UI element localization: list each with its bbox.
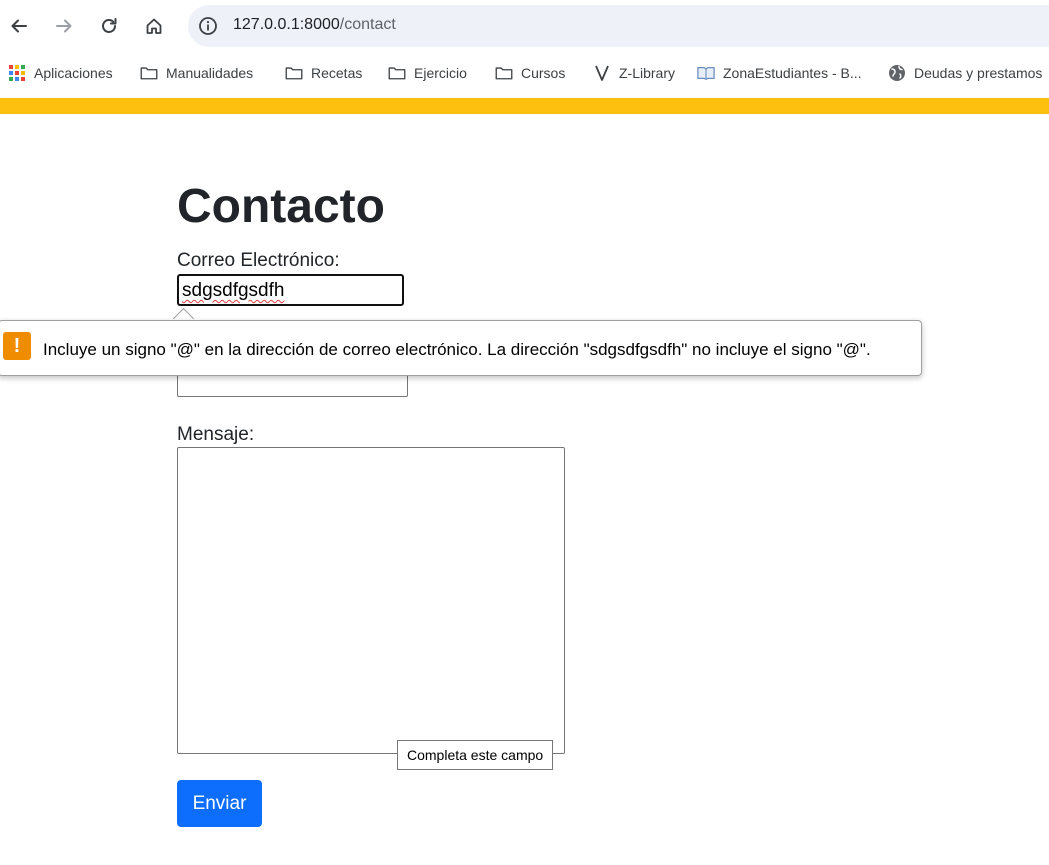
- page-title: Contacto: [177, 180, 385, 233]
- folder-icon: [140, 67, 158, 80]
- url-host: 127.0.0.1:8000: [233, 16, 340, 33]
- email-label: Correo Electrónico:: [177, 250, 340, 271]
- reload-icon: [102, 18, 117, 33]
- bookmark-deudas[interactable]: Deudas y prestamos: [888, 62, 1042, 84]
- email-field[interactable]: sdgsdfgsdfh: [177, 274, 404, 306]
- bookmark-manualidades[interactable]: Manualidades: [140, 62, 253, 84]
- home-button[interactable]: [138, 10, 170, 42]
- bookmark-label: Aplicaciones: [34, 65, 113, 81]
- message-textarea[interactable]: [177, 447, 565, 754]
- book-icon: [697, 66, 715, 80]
- bookmark-label: Cursos: [521, 65, 566, 81]
- bookmark-zonaestudiantes[interactable]: ZonaEstudiantes - B...: [697, 62, 862, 84]
- globe-icon: [889, 65, 905, 81]
- bookmark-cursos[interactable]: Cursos: [495, 62, 565, 84]
- arrow-left-icon: [11, 19, 27, 33]
- url-text[interactable]: 127.0.0.1:8000/contact: [233, 16, 396, 34]
- bookmark-label: Deudas y prestamos: [914, 65, 1043, 81]
- send-button[interactable]: Enviar: [177, 780, 262, 827]
- browser-toolbar: 127.0.0.1:8000/contact: [0, 0, 1049, 52]
- bookmarks-bar: Aplicaciones Manualidades Recetas Ejerci…: [0, 56, 1049, 90]
- site-info-icon[interactable]: [198, 16, 218, 36]
- apps-grid-icon: [9, 65, 25, 81]
- header-accent-bar: [0, 98, 1049, 114]
- address-bar[interactable]: 127.0.0.1:8000/contact: [188, 5, 1049, 47]
- bookmark-label: Recetas: [311, 65, 363, 81]
- url-path: /contact: [339, 16, 396, 33]
- validation-bubble: ! Incluye un signo "@" en la dirección d…: [0, 320, 922, 376]
- folder-icon: [388, 67, 406, 80]
- bookmark-recetas[interactable]: Recetas: [285, 62, 362, 84]
- arrow-right-icon: [56, 19, 72, 33]
- zlibrary-icon: [595, 65, 609, 81]
- email-field-value: sdgsdfgsdfh: [182, 280, 285, 301]
- folder-icon: [285, 67, 303, 80]
- bookmark-label: Manualidades: [166, 65, 254, 81]
- bookmark-label: Z-Library: [619, 65, 676, 81]
- bookmark-label: Ejercicio: [414, 65, 467, 81]
- bookmark-label: ZonaEstudiantes - B...: [723, 65, 862, 81]
- validation-message: Incluye un signo "@" en la dirección de …: [43, 340, 871, 359]
- bookmark-zlibrary[interactable]: Z-Library: [593, 62, 675, 84]
- message-label: Mensaje:: [177, 424, 255, 445]
- reload-button[interactable]: [93, 10, 125, 42]
- bookmark-aplicaciones[interactable]: Aplicaciones: [8, 62, 113, 84]
- warning-icon: !: [3, 332, 31, 360]
- back-button[interactable]: [3, 10, 35, 42]
- bookmark-ejercicio[interactable]: Ejercicio: [388, 62, 467, 84]
- home-icon: [146, 18, 162, 34]
- forward-button[interactable]: [48, 10, 80, 42]
- folder-icon: [495, 67, 513, 80]
- required-field-tooltip: Completa este campo: [397, 740, 554, 770]
